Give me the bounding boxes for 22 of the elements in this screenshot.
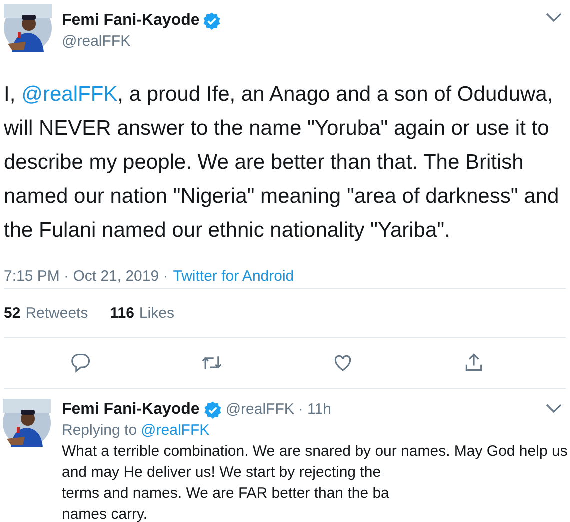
timestamp: 7:15 PM · Oct 21, 2019 · — [4, 268, 168, 287]
author-name: Femi Fani-Kayode — [62, 400, 200, 420]
chevron-down-icon[interactable] — [546, 12, 562, 24]
reply-text-line: names carry. — [62, 505, 149, 522]
reply-icon[interactable] — [70, 352, 92, 374]
stat-label[interactable]: Retweets — [26, 304, 88, 322]
mention-link[interactable]: @realFFK — [141, 420, 210, 441]
author-handle: @realFFK — [62, 33, 132, 50]
replying-label: Replying to — [62, 421, 138, 441]
author-handle: @realFFK — [226, 400, 294, 420]
mention-link[interactable]: @realFFK — [22, 83, 118, 106]
post-age: · 11h — [298, 400, 332, 420]
stat-count: 116 — [110, 304, 134, 322]
stat-count: 52 — [4, 304, 21, 322]
reply-text-line: terms and names. We are FAR better than the ba — [62, 484, 390, 504]
tweet-text: I, @realFFK, a proud Ife, an Anago and a son of Oduduwa, will NEVER answer to the name "Yoruba" again or use it to describe my people. We are better than that. The British named our nation "Nigeria" meaning "area of darkness" and the Fulani named our ethnic nationality "Yariba". — [4, 82, 560, 244]
reply-text-line: What a terrible combination. We are snared by our names. May God help us — [62, 442, 568, 462]
source-link[interactable]: Twitter for Android — [173, 268, 294, 288]
stat-label[interactable]: Likes — [139, 304, 174, 322]
author-name: Femi Fani-Kayode — [62, 12, 200, 30]
reply-text-line: and may He deliver us! We start by rejecting the — [62, 463, 382, 483]
chevron-down-icon[interactable] — [546, 403, 562, 415]
